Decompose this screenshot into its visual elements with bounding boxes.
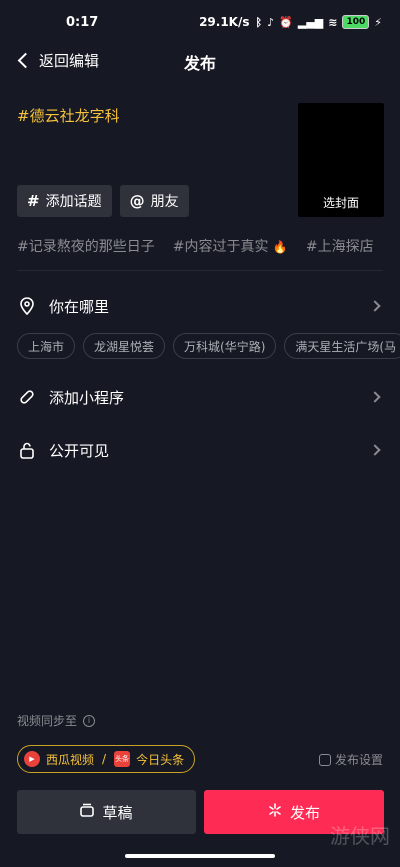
suggested-tag[interactable]: #上海探店 — [306, 236, 374, 256]
bluetooth-icon: ᛒ — [255, 15, 263, 29]
info-icon[interactable]: i — [83, 714, 96, 727]
chip-row: # 添加话题 @ 朋友 — [17, 185, 189, 217]
suggested-tag-label: #内容过于真实 — [172, 239, 269, 255]
draft-button[interactable]: 草稿 — [17, 790, 196, 834]
location-chip[interactable]: 龙湖星悦荟 — [83, 333, 166, 359]
draft-label: 草稿 — [102, 803, 133, 822]
mute-icon: ♪ — [267, 15, 275, 29]
toutiao-logo-icon: 头条 — [114, 751, 131, 767]
status-bar: 0:17 29.1K/s ᛒ ♪ ⏰ ▂▄▆ ≋ 100 ⚡ — [0, 0, 400, 44]
mention-friend-label: 朋友 — [150, 194, 179, 210]
suggested-tag[interactable]: #记录熬夜的那些日子 — [17, 236, 155, 256]
location-label: 你在哪里 — [49, 297, 110, 316]
mini-program-label: 添加小程序 — [49, 388, 125, 407]
xigua-logo-icon: ▶ — [24, 751, 40, 767]
sync-app2-label: 今日头条 — [136, 752, 185, 767]
charging-icon: ⚡ — [374, 15, 382, 29]
add-topic-label: 添加话题 — [45, 194, 102, 210]
publish-label: 发布 — [289, 803, 320, 822]
visibility-row[interactable]: 公开可见 — [17, 435, 383, 465]
alarm-icon: ⏰ — [279, 15, 293, 29]
nav-bar: 返回编辑 发布 — [0, 44, 400, 78]
location-row[interactable]: 你在哪里 — [17, 291, 383, 321]
caption-input[interactable]: #德云社龙字科 — [17, 105, 120, 126]
mini-program-row[interactable]: 添加小程序 — [17, 382, 383, 412]
publish-settings-button[interactable]: 发布设置 — [318, 751, 383, 768]
location-chip[interactable]: 满天星生活广场(马 — [284, 333, 400, 359]
watermark: 游侠网 — [330, 824, 390, 848]
chevron-right-icon — [369, 444, 381, 456]
page-title: 发布 — [183, 54, 216, 73]
location-suggestions: 上海市 龙湖星悦荟 万科城(华宁路) 满天星生活广场(马 — [17, 333, 400, 359]
sync-label: 视频同步至 — [17, 714, 78, 728]
divider — [17, 270, 383, 271]
visibility-label: 公开可见 — [49, 441, 110, 460]
status-time: 0:17 — [66, 14, 99, 30]
add-topic-button[interactable]: # 添加话题 — [17, 185, 112, 217]
suggested-tags: #记录熬夜的那些日子 #内容过于真实 🔥 #上海探店 — [17, 236, 400, 256]
wifi-icon: ≋ — [328, 15, 338, 29]
sync-app1-label: 西瓜视频 — [46, 752, 95, 767]
home-indicator[interactable] — [125, 854, 275, 858]
location-chip[interactable]: 上海市 — [17, 333, 76, 359]
location-pin-icon — [17, 296, 37, 316]
sync-apps-toggle[interactable]: ▶ 西瓜视频 / 头条 今日头条 — [17, 745, 196, 773]
network-speed: 29.1K/s — [199, 15, 250, 29]
link-icon — [17, 387, 37, 407]
draft-icon — [80, 803, 95, 821]
suggested-tag[interactable]: #内容过于真实 🔥 — [173, 236, 288, 256]
sync-separator: / — [102, 752, 107, 766]
lock-icon — [17, 440, 37, 460]
location-chip[interactable]: 万科城(华宁路) — [173, 333, 277, 359]
cover-select-button[interactable]: 选封面 — [298, 103, 384, 217]
at-icon: @ — [129, 192, 145, 210]
publish-settings-label: 发布设置 — [334, 753, 383, 767]
battery-icon: 100 — [342, 15, 370, 29]
settings-icon — [318, 753, 331, 766]
fire-icon: 🔥 — [272, 240, 288, 254]
signal-icon: ▂▄▆ — [297, 15, 324, 29]
sparkle-icon — [268, 803, 282, 821]
mention-friend-button[interactable]: @ 朋友 — [119, 185, 189, 217]
chevron-right-icon — [369, 391, 381, 403]
chevron-right-icon — [369, 300, 381, 312]
cover-label: 选封面 — [322, 196, 359, 210]
sync-section-label: 视频同步至 i — [17, 712, 96, 729]
hashtag-icon: # — [27, 192, 40, 210]
